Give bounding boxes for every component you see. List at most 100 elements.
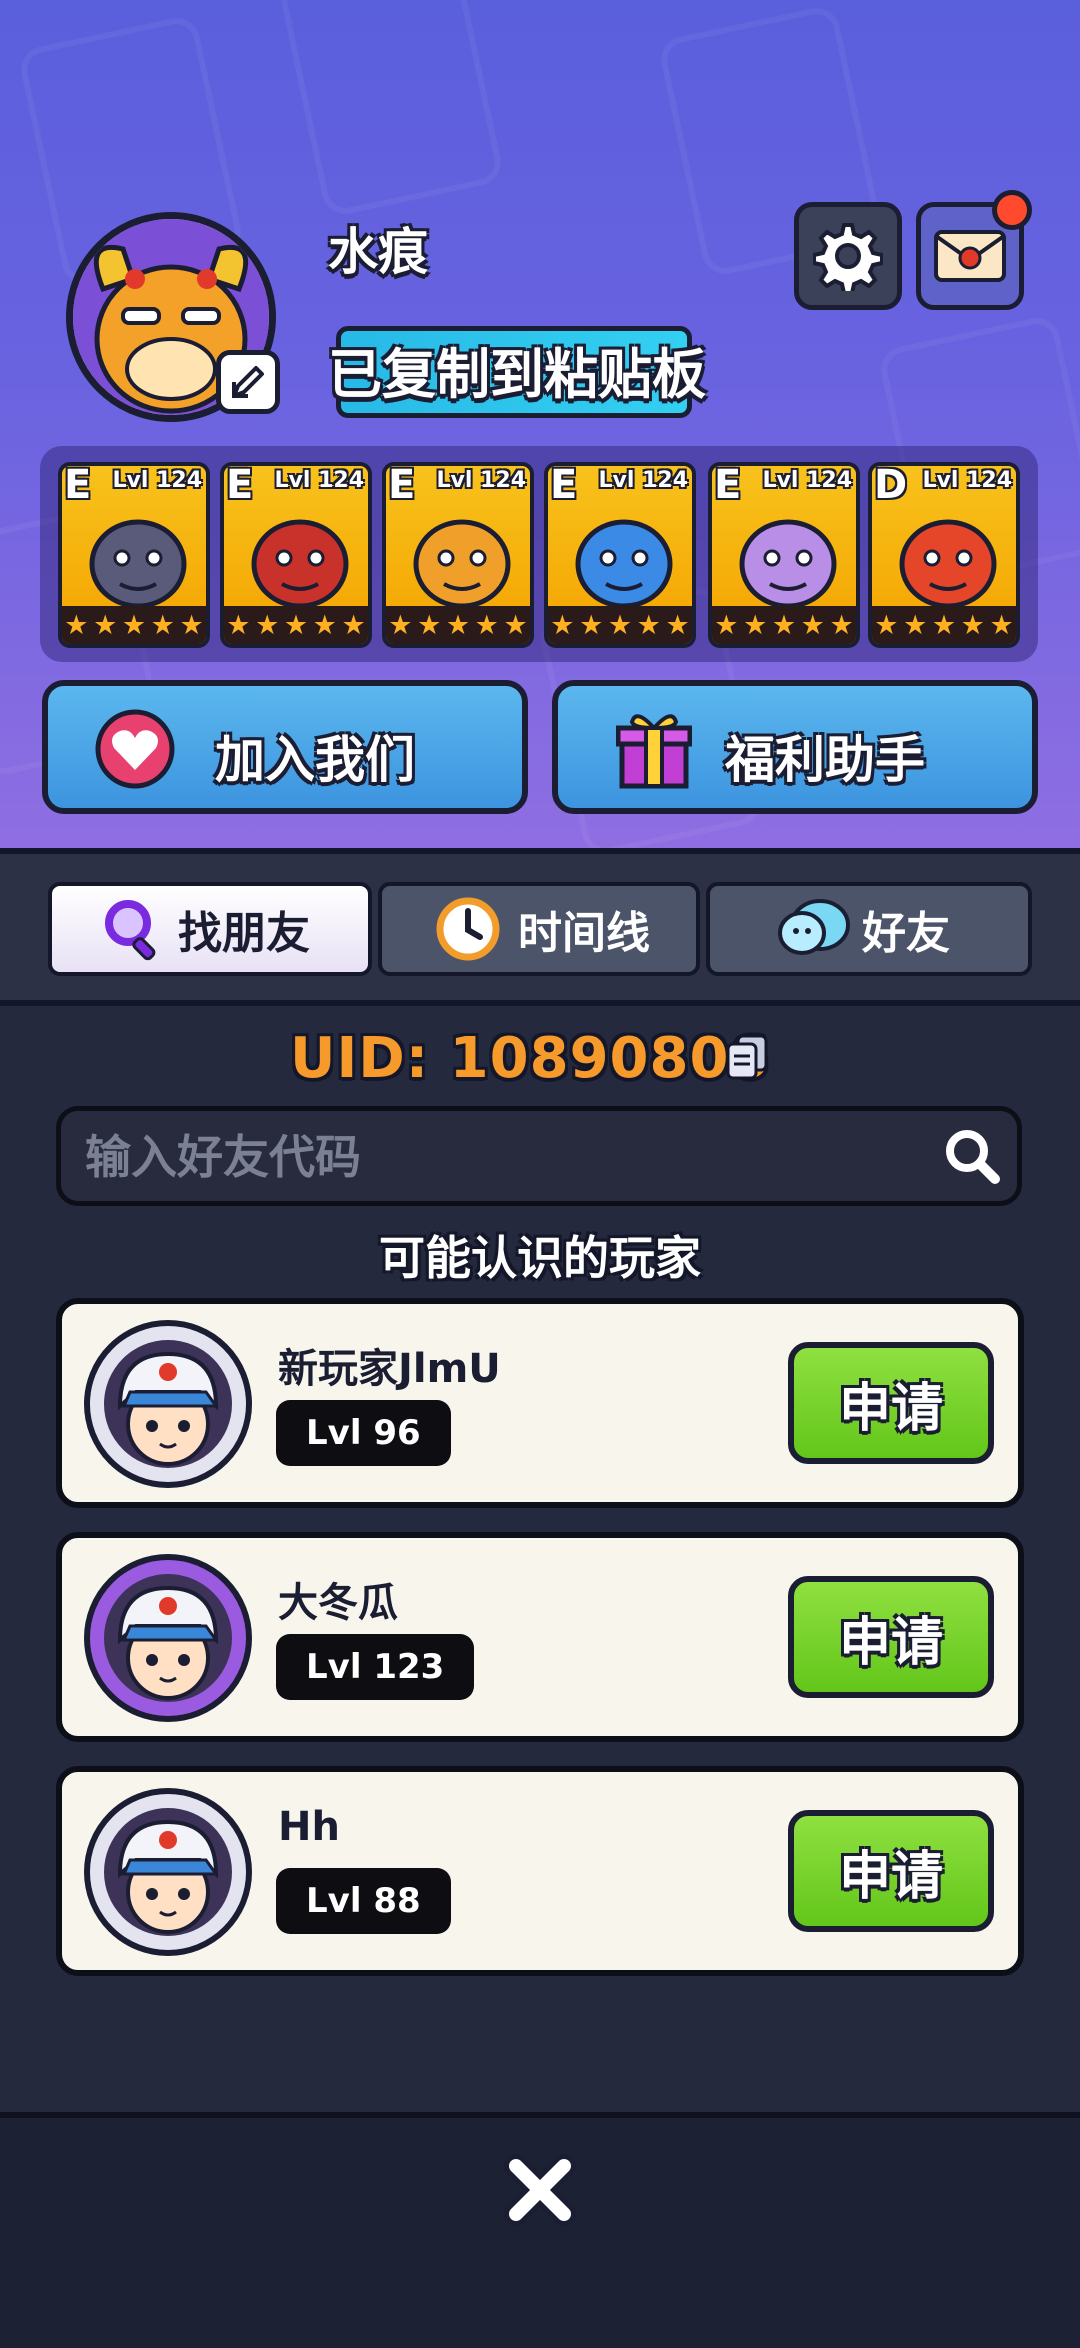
suggested-players-title: 可能认识的玩家 (379, 1231, 701, 1285)
hero-stars: ★ ★ ★ ★ ★ (872, 606, 1016, 644)
apply-button[interactable]: 申请 (788, 1342, 994, 1464)
magnifier-icon (105, 900, 156, 961)
hero-card[interactable]: E Lvl 124 ★ ★ ★ ★ ★ (382, 462, 534, 648)
player-avatar[interactable] (84, 1554, 252, 1722)
player-name: 新玩家JlmU (278, 1346, 501, 1392)
copy-uid-button[interactable] (724, 1032, 770, 1086)
star-icon: ★ (341, 609, 366, 641)
star-icon: ★ (417, 609, 442, 641)
boy-avatar-icon (104, 1808, 232, 1936)
friend-code-search (56, 1106, 1022, 1206)
chat-bubble-icon (778, 899, 850, 955)
settings-button[interactable] (794, 202, 902, 310)
hero-card[interactable]: E Lvl 124 ★ ★ ★ ★ ★ (58, 462, 210, 648)
player-level-badge: Lvl 123 (276, 1634, 475, 1700)
tab-friends[interactable]: 好友 (706, 882, 1032, 976)
hero-level: Lvl 124 (762, 468, 852, 493)
star-icon: ★ (636, 609, 661, 641)
star-icon: ★ (665, 609, 690, 641)
edit-profile-button[interactable] (216, 350, 280, 414)
player-level-badge: Lvl 96 (276, 1400, 451, 1466)
hero-stars: ★ ★ ★ ★ ★ (62, 606, 206, 644)
star-icon: ★ (121, 609, 147, 641)
boy-avatar-icon (104, 1340, 232, 1468)
player-name: Hh (278, 1804, 340, 1850)
hero-level: Lvl 124 (112, 468, 202, 493)
hero-stars: ★ ★ ★ ★ ★ (224, 606, 368, 644)
hero-level: Lvl 124 (274, 468, 364, 493)
tab-timeline[interactable]: 时间线 (378, 882, 700, 976)
hero-stars: ★ ★ ★ ★ ★ (548, 606, 692, 644)
star-icon: ★ (771, 609, 797, 641)
hero-stars: ★ ★ ★ ★ ★ (386, 606, 530, 644)
background-pattern (276, 0, 506, 219)
player-card: 新玩家JlmU Lvl 96 申请 (56, 1298, 1024, 1508)
copied-toast: 已复制到粘贴板 (328, 343, 706, 406)
star-icon: ★ (714, 609, 739, 641)
welfare-button[interactable]: 福利助手 (552, 680, 1038, 814)
uid-label: UID: 10890806 (290, 1026, 770, 1091)
star-icon: ★ (579, 609, 604, 641)
hero-card[interactable]: D Lvl 124 ★ ★ ★ ★ ★ (868, 462, 1020, 648)
hero-rank: E (550, 462, 578, 508)
hero-rank: E (714, 462, 742, 508)
hero-portrait-icon (575, 519, 673, 609)
star-icon: ★ (931, 609, 957, 641)
hero-stars: ★ ★ ★ ★ ★ (712, 606, 856, 644)
friend-code-input[interactable] (83, 1125, 907, 1189)
join-us-label: 加入我们 (215, 731, 415, 789)
star-icon: ★ (743, 609, 768, 641)
envelope-icon (934, 230, 1006, 282)
hero-portrait-icon (739, 519, 837, 609)
star-icon: ★ (903, 609, 928, 641)
clock-icon (436, 897, 500, 961)
star-icon: ★ (150, 609, 175, 641)
star-icon: ★ (800, 609, 825, 641)
tab-find-friends-label: 找朋友 (178, 908, 310, 959)
star-icon: ★ (312, 609, 337, 641)
hero-card[interactable]: E Lvl 124 ★ ★ ★ ★ ★ (220, 462, 372, 648)
star-icon: ★ (179, 609, 204, 641)
apply-button[interactable]: 申请 (788, 1810, 994, 1932)
hero-rank: E (226, 462, 254, 508)
star-icon: ★ (960, 609, 985, 641)
close-button[interactable] (500, 2150, 580, 2234)
star-icon: ★ (388, 609, 413, 641)
star-icon: ★ (445, 609, 471, 641)
hero-level: Lvl 124 (922, 468, 1012, 493)
star-icon: ★ (474, 609, 499, 641)
join-us-button[interactable]: 加入我们 (42, 680, 528, 814)
player-avatar[interactable] (84, 1320, 252, 1488)
gear-icon (813, 223, 883, 291)
hero-portrait-icon (89, 519, 187, 609)
star-icon: ★ (226, 609, 251, 641)
star-icon: ★ (503, 609, 528, 641)
tab-find-friends[interactable]: 找朋友 (48, 882, 372, 976)
notification-dot (992, 190, 1032, 230)
hero-card[interactable]: E Lvl 124 ★ ★ ★ ★ ★ (544, 462, 696, 648)
hero-rank: E (388, 462, 416, 508)
hero-rank: D (874, 462, 908, 508)
star-icon: ★ (64, 609, 89, 641)
search-icon[interactable] (941, 1125, 1003, 1187)
tab-timeline-label: 时间线 (518, 908, 650, 959)
player-avatar[interactable] (84, 1788, 252, 1956)
hero-level: Lvl 124 (436, 468, 526, 493)
apply-button[interactable]: 申请 (788, 1576, 994, 1698)
player-name: 大冬瓜 (278, 1580, 398, 1626)
star-icon: ★ (93, 609, 118, 641)
close-icon (504, 2154, 576, 2226)
player-level-badge: Lvl 88 (276, 1868, 451, 1934)
star-icon: ★ (283, 609, 309, 641)
hero-rank: E (64, 462, 92, 508)
hero-card[interactable]: E Lvl 124 ★ ★ ★ ★ ★ (708, 462, 860, 648)
player-card: Hh Lvl 88 申请 (56, 1766, 1024, 1976)
username: 水痕 (328, 223, 428, 281)
hero-portrait-icon (413, 519, 511, 609)
star-icon: ★ (829, 609, 854, 641)
copy-icon (726, 1034, 768, 1080)
hero-portrait-icon (899, 519, 997, 609)
star-icon: ★ (607, 609, 633, 641)
welfare-label: 福利助手 (725, 731, 925, 789)
star-icon: ★ (550, 609, 575, 641)
